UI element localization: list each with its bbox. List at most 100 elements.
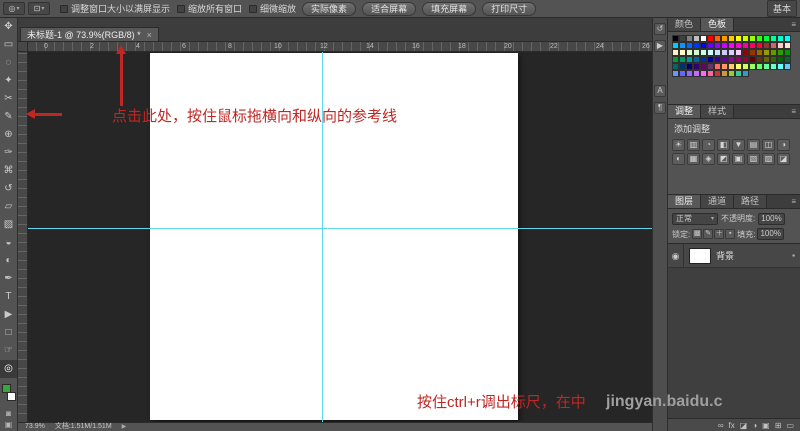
hand-tool[interactable]: ☞ xyxy=(0,342,17,360)
color-swatch[interactable] xyxy=(707,42,714,49)
lock-all-icon[interactable]: ▪ xyxy=(725,229,735,239)
color-swatch[interactable] xyxy=(672,70,679,77)
lock-transparency-icon[interactable]: ▩ xyxy=(692,229,702,239)
color-swatch[interactable] xyxy=(679,56,686,63)
color-swatch[interactable] xyxy=(749,56,756,63)
color-swatch[interactable] xyxy=(686,35,693,42)
color-swatch[interactable] xyxy=(728,70,735,77)
color-swatch[interactable] xyxy=(721,49,728,56)
selective-color-icon[interactable]: ◪ xyxy=(777,153,790,165)
color-swatch[interactable] xyxy=(756,56,763,63)
color-swatch[interactable] xyxy=(777,42,784,49)
eyedropper-tool[interactable]: ✎ xyxy=(0,108,17,126)
brush-tool[interactable]: ✑ xyxy=(0,144,17,162)
threshold-icon[interactable]: ▧ xyxy=(747,153,760,165)
color-swatch[interactable] xyxy=(777,49,784,56)
color-swatch[interactable] xyxy=(749,49,756,56)
color-swatch[interactable] xyxy=(735,63,742,70)
color-swatch[interactable] xyxy=(686,56,693,63)
healing-brush-tool[interactable]: ⊕ xyxy=(0,126,17,144)
tool-preset-picker-icon[interactable]: ⊡▾ xyxy=(28,2,50,15)
history-panel-icon[interactable]: ↺ xyxy=(654,23,666,35)
color-swatch[interactable] xyxy=(749,63,756,70)
workspace-switcher[interactable]: 基本 xyxy=(767,0,797,17)
color-swatch[interactable] xyxy=(679,63,686,70)
curves-icon[interactable]: ◔ xyxy=(702,139,715,151)
character-panel-icon[interactable]: A xyxy=(654,85,666,97)
blur-tool[interactable]: ◒ xyxy=(0,234,17,252)
color-swatch[interactable] xyxy=(763,42,770,49)
color-swatch[interactable] xyxy=(672,49,679,56)
status-menu-arrow-icon[interactable]: ▶ xyxy=(122,423,127,431)
color-swatch[interactable] xyxy=(686,49,693,56)
marquee-tool[interactable]: ▭ xyxy=(0,36,17,54)
brightness-contrast-icon[interactable]: ☀ xyxy=(672,139,685,151)
layer-thumbnail[interactable] xyxy=(689,248,711,264)
invert-icon[interactable]: ◩ xyxy=(717,153,730,165)
type-tool[interactable]: T xyxy=(0,288,17,306)
shape-tool[interactable]: □ xyxy=(0,324,17,342)
tab-color[interactable]: 颜色 xyxy=(668,18,701,31)
color-swatch[interactable] xyxy=(693,42,700,49)
opacity-value[interactable]: 100% xyxy=(758,213,784,225)
color-swatch[interactable] xyxy=(756,35,763,42)
color-swatch[interactable] xyxy=(700,63,707,70)
color-swatch[interactable] xyxy=(672,35,679,42)
options-button-0[interactable]: 实际像素 xyxy=(302,2,356,16)
color-swatch[interactable] xyxy=(707,49,714,56)
layer-row-background[interactable]: ◉ 背景 ▪ xyxy=(668,244,800,268)
zoom-tool[interactable]: ◎ xyxy=(0,360,17,378)
color-swatch[interactable] xyxy=(693,63,700,70)
color-swatch[interactable] xyxy=(777,35,784,42)
color-swatch[interactable] xyxy=(763,49,770,56)
option-checkbox-2[interactable]: 细微缩放 xyxy=(249,2,296,15)
hue-saturation-icon[interactable]: ▤ xyxy=(747,139,760,151)
color-swatch[interactable] xyxy=(749,35,756,42)
black-white-icon[interactable]: ◑ xyxy=(777,139,790,151)
color-swatch[interactable] xyxy=(693,35,700,42)
color-swatch[interactable] xyxy=(777,56,784,63)
color-swatch[interactable] xyxy=(728,42,735,49)
vibrance-icon[interactable]: ▼ xyxy=(732,139,745,151)
color-swatch[interactable] xyxy=(707,35,714,42)
color-swatch[interactable] xyxy=(742,70,749,77)
clone-stamp-tool[interactable]: ⌘ xyxy=(0,162,17,180)
color-lookup-icon[interactable]: ◈ xyxy=(702,153,715,165)
options-button-3[interactable]: 打印尺寸 xyxy=(482,2,536,16)
tab-layers[interactable]: 图层 xyxy=(668,195,701,208)
color-swatch[interactable] xyxy=(679,70,686,77)
ruler-corner[interactable] xyxy=(18,42,28,52)
color-swatch[interactable] xyxy=(777,63,784,70)
exposure-icon[interactable]: ◧ xyxy=(717,139,730,151)
new-group-icon[interactable]: ▣ xyxy=(762,420,770,431)
tab-paths[interactable]: 路径 xyxy=(734,195,767,208)
blend-mode-select[interactable]: 正常 ▾ xyxy=(672,213,718,225)
document-tab[interactable]: 未标题-1 @ 73.9%(RGB/8) * × xyxy=(20,27,159,41)
color-swatch[interactable] xyxy=(693,49,700,56)
color-swatch[interactable] xyxy=(728,56,735,63)
color-swatch[interactable] xyxy=(728,49,735,56)
photo-filter-icon[interactable]: ◐ xyxy=(672,153,685,165)
color-swatch[interactable] xyxy=(735,70,742,77)
color-swatch[interactable] xyxy=(714,63,721,70)
color-swatch[interactable] xyxy=(742,35,749,42)
gradient-map-icon[interactable]: ▨ xyxy=(762,153,775,165)
tab-styles[interactable]: 样式 xyxy=(701,105,734,118)
color-swatch[interactable] xyxy=(693,70,700,77)
posterize-icon[interactable]: ▣ xyxy=(732,153,745,165)
tab-adjustments[interactable]: 调整 xyxy=(668,105,701,118)
color-balance-icon[interactable]: ◫ xyxy=(762,139,775,151)
color-swatch[interactable] xyxy=(714,56,721,63)
color-swatch[interactable] xyxy=(735,49,742,56)
color-swatch[interactable] xyxy=(714,70,721,77)
color-swatch[interactable] xyxy=(686,63,693,70)
color-swatch[interactable] xyxy=(756,63,763,70)
options-button-1[interactable]: 适合屏幕 xyxy=(362,2,416,16)
move-tool[interactable]: ✥ xyxy=(0,18,17,36)
layers-menu-icon[interactable]: ≡ xyxy=(787,195,800,208)
color-swatch[interactable] xyxy=(742,49,749,56)
delete-layer-icon[interactable]: ▭ xyxy=(786,420,794,431)
channel-mixer-icon[interactable]: ▦ xyxy=(687,153,700,165)
color-swatch[interactable] xyxy=(742,56,749,63)
color-swatch[interactable] xyxy=(770,49,777,56)
